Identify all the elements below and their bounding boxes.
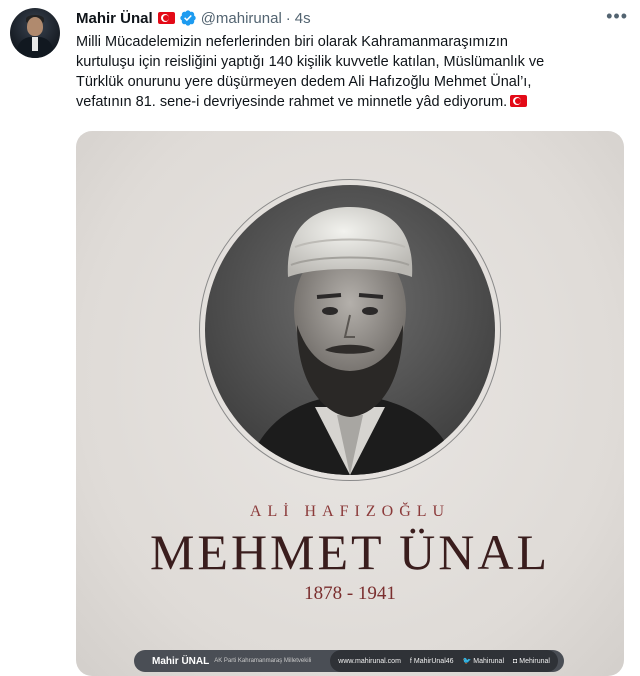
separator-dot: · <box>285 9 291 27</box>
tweet-text-line: Milli Mücadelemizin neferlerinden biri o… <box>76 34 508 50</box>
avatar-head <box>27 17 43 36</box>
author-name[interactable]: Mahir Ünal <box>76 10 153 27</box>
author-avatar[interactable] <box>10 8 60 58</box>
tweet-text-line: Türklük onurunu yere düşürmeyen dedem Al… <box>76 74 532 90</box>
card-title: MEHMET ÜNAL <box>149 524 551 580</box>
footer-instagram-handle: Mehirunal <box>519 657 550 665</box>
card-subtitle: ALİ HAFIZOĞLU <box>249 503 451 520</box>
tweet-media-image[interactable]: ALİ HAFIZOĞLU MEHMET ÜNAL 1878 - 1941 Ma… <box>76 131 624 676</box>
footer-links: www.mahirunal.com f MahirUnal46 🐦 Mahiruna… <box>330 650 558 672</box>
instagram-icon: ◘ <box>513 657 518 665</box>
card-years: 1878 - 1941 <box>304 583 396 604</box>
verified-badge-icon <box>180 10 196 26</box>
footer-website: www.mahirunal.com <box>338 657 401 665</box>
turkey-flag-icon <box>510 95 528 107</box>
footer-facebook: f MahirUnal46 <box>410 658 454 665</box>
footer-twitter: 🐦 Mahirunal <box>463 657 504 665</box>
tweet-text: Milli Mücadelemizin neferlerinden biri o… <box>76 32 624 112</box>
portrait-illustration <box>205 185 495 475</box>
tweet-text-line: vefatının 81. sene-i devriyesinde rahmet… <box>76 92 624 112</box>
tweet-text-line-end: vefatının 81. sene-i devriyesinde rahmet… <box>76 94 508 110</box>
footer-instagram: ◘ Mehirunal <box>513 658 550 665</box>
more-options-icon[interactable]: ••• <box>606 7 628 25</box>
tweet-text-line: kurtuluşu için reisliğini yaptığı 140 ki… <box>76 54 545 70</box>
tweet-header: Mahir Ünal @mahirunal · 4s ••• <box>76 7 628 28</box>
portrait-photo <box>205 185 495 475</box>
facebook-icon: f <box>409 657 412 665</box>
footer-name: Mahir ÜNAL <box>152 655 210 667</box>
footer-facebook-handle: MahirUnal46 <box>413 657 454 665</box>
footer-twitter-handle: Mahirunal <box>473 658 505 665</box>
card-footer-bar: Mahir ÜNAL AK Parti Kahramanmaraş Millet… <box>134 650 564 672</box>
author-handle[interactable]: @mahirunal <box>201 10 282 27</box>
avatar-shirt <box>32 37 38 51</box>
turkey-flag-icon <box>157 12 175 24</box>
twitter-icon: 🐦 <box>462 658 472 665</box>
footer-role: AK Parti Kahramanmaraş Milletvekili <box>214 658 312 664</box>
tweet-timestamp[interactable]: 4s <box>295 10 311 27</box>
